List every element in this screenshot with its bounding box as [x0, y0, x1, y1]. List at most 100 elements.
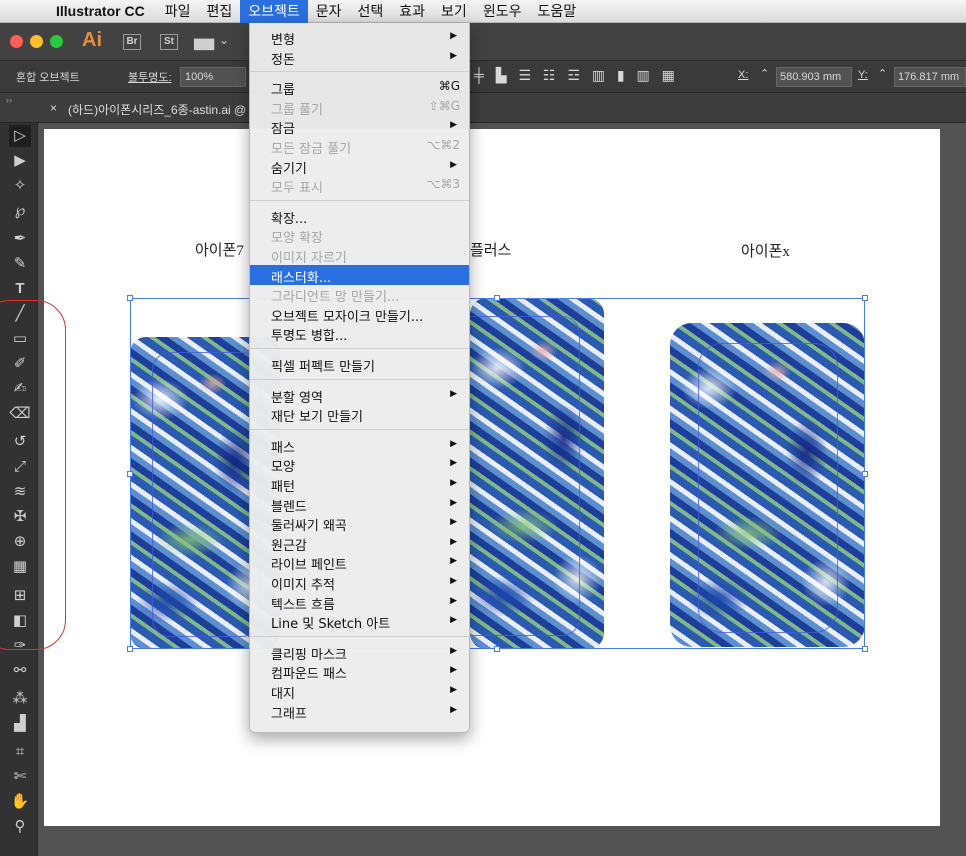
- menu-item[interactable]: 잠금 ▶: [250, 116, 469, 138]
- y-stepper-icon[interactable]: ⌃: [878, 67, 887, 80]
- type-tool-icon[interactable]: T: [9, 278, 31, 300]
- menu-item-label: 숨기기: [271, 161, 307, 177]
- blend-tool-icon[interactable]: ⚯: [9, 660, 31, 682]
- menu-item[interactable]: 클리핑 마스크 ▶: [250, 642, 469, 663]
- phone-label-iphone7: 아이폰7: [195, 243, 244, 259]
- lasso-tool-icon[interactable]: ℘: [9, 200, 31, 222]
- magic-wand-tool-icon[interactable]: ✧: [9, 175, 31, 197]
- zoom-window-button[interactable]: [50, 35, 63, 48]
- menu-separator: [250, 71, 469, 73]
- menu-item[interactable]: 오브젝트 모자이크 만들기...: [250, 304, 469, 325]
- menu-item[interactable]: 둘러싸기 왜곡 ▶: [250, 513, 469, 534]
- menu-item[interactable]: 패스 ▶: [250, 435, 469, 456]
- submenu-arrow-icon: ▶: [450, 704, 457, 715]
- selection-handle[interactable]: [127, 295, 133, 301]
- submenu-arrow-icon: ▶: [450, 159, 457, 170]
- menu-item[interactable]: 래스터화...: [250, 264, 469, 286]
- menu-item-label: 모두 표시: [271, 181, 323, 197]
- menubar-item[interactable]: 도움말: [529, 0, 584, 23]
- menu-separator: [250, 378, 469, 380]
- menu-item-label: 패턴: [271, 480, 295, 495]
- menubar-item[interactable]: 편집: [198, 0, 240, 23]
- menu-item-label: 잠금: [271, 122, 295, 138]
- selection-handle[interactable]: [494, 646, 500, 652]
- menu-item[interactable]: 대지 ▶: [250, 681, 469, 702]
- menubar-item[interactable]: 파일: [157, 0, 199, 23]
- selection-tool-icon[interactable]: ▷: [9, 125, 31, 147]
- menu-item[interactable]: 투명도 병합...: [250, 323, 469, 344]
- symbol-sprayer-tool-icon[interactable]: ⁂: [9, 688, 31, 710]
- menu-item-label: Line 및 Sketch 아트: [271, 617, 391, 633]
- menu-item[interactable]: 모양 ▶: [250, 454, 469, 475]
- object-type-label: 혼합 오브젝트: [16, 72, 80, 84]
- menu-item-label: 변형: [271, 33, 295, 48]
- menu-item[interactable]: 숨기기 ▶: [250, 156, 469, 177]
- selection-handle[interactable]: [494, 295, 500, 301]
- menu-item-label: 모양 확장: [271, 231, 323, 247]
- direct-selection-tool-icon[interactable]: ▶: [9, 150, 31, 172]
- submenu-arrow-icon: ▶: [450, 50, 457, 61]
- menu-item[interactable]: Line 및 Sketch 아트 ▶: [250, 611, 469, 633]
- menu-item[interactable]: 재단 보기 만들기: [250, 404, 469, 425]
- stock-button[interactable]: St: [160, 34, 178, 50]
- document-tab[interactable]: (하드)아이폰시리즈_6종-astin.ai @: [68, 101, 246, 118]
- application-bar: Ai Br St ▆▆ ⌄: [0, 23, 966, 61]
- shortcut-label: ⌘G: [438, 79, 460, 94]
- menu-item[interactable]: 패턴 ▶: [250, 474, 469, 495]
- menu-item[interactable]: 텍스트 흐름 ▶: [250, 592, 469, 613]
- graph-tool-icon[interactable]: ▟: [9, 713, 31, 735]
- menu-item[interactable]: 정돈 ▶: [250, 47, 469, 68]
- collapse-panel-icon[interactable]: ››: [6, 95, 12, 105]
- menu-item[interactable]: 원근감 ▶: [250, 533, 469, 554]
- submenu-arrow-icon: ▶: [450, 458, 457, 469]
- selection-handle[interactable]: [862, 471, 868, 477]
- workspace-layout-icon[interactable]: ▆▆: [194, 35, 216, 50]
- menu-item[interactable]: 그룹 ⌘G: [250, 77, 469, 98]
- menubar-item[interactable]: 선택: [350, 0, 392, 23]
- minimize-window-button[interactable]: [30, 35, 43, 48]
- pen-tool-icon[interactable]: ✒: [9, 228, 31, 250]
- opacity-label: 불투명도:: [128, 72, 172, 84]
- chevron-down-icon[interactable]: ⌄: [219, 33, 229, 47]
- menubar-item[interactable]: 윈도우: [475, 0, 530, 23]
- menubar-item[interactable]: 오브젝트: [240, 0, 308, 23]
- menu-item[interactable]: 라이브 페인트 ▶: [250, 552, 469, 573]
- app-menu[interactable]: Illustrator CC: [44, 3, 157, 19]
- zoom-tool-icon[interactable]: ⚲: [9, 816, 31, 838]
- menu-item[interactable]: 이미지 추적 ▶: [250, 572, 469, 593]
- align-icons[interactable]: ╪ ▙ ☰ ☷ ☲ ▥ ▮ ▥ ▦: [474, 67, 679, 84]
- hand-tool-icon[interactable]: ✋: [9, 791, 31, 813]
- menubar-item[interactable]: 효과: [391, 0, 433, 23]
- selection-handle[interactable]: [127, 646, 133, 652]
- menu-item-label: 그라디언트 망 만들기...: [271, 290, 400, 306]
- artboard-tool-icon[interactable]: ⌗: [9, 741, 31, 763]
- bridge-button[interactable]: Br: [123, 34, 141, 50]
- x-field[interactable]: 580.903 mm: [776, 67, 852, 87]
- x-stepper-icon[interactable]: ⌃: [760, 67, 769, 80]
- submenu-arrow-icon: ▶: [450, 665, 457, 676]
- menu-item[interactable]: 변형 ▶: [250, 27, 469, 48]
- y-field[interactable]: 176.817 mm: [894, 67, 966, 87]
- menu-item[interactable]: 확장...: [250, 206, 469, 227]
- selection-handle[interactable]: [862, 646, 868, 652]
- close-tab-icon[interactable]: ×: [50, 101, 57, 115]
- menu-item[interactable]: 그래프 ▶: [250, 701, 469, 722]
- close-window-button[interactable]: [10, 35, 23, 48]
- menu-item[interactable]: 픽셀 퍼펙트 만들기: [250, 354, 469, 375]
- menu-item[interactable]: 컴파운드 패스 ▶: [250, 661, 469, 682]
- menu-item[interactable]: 블렌드 ▶: [250, 494, 469, 515]
- menu-separator: [250, 635, 469, 637]
- menu-item-label: 정돈: [271, 52, 295, 68]
- menu-item: 그룹 풀기 ⇧⌘G: [250, 97, 469, 118]
- opacity-field[interactable]: 100%: [180, 67, 246, 87]
- selection-handle[interactable]: [127, 471, 133, 477]
- menu-item: 그라디언트 망 만들기...: [250, 284, 469, 306]
- curvature-tool-icon[interactable]: ✎: [9, 253, 31, 275]
- selection-handle[interactable]: [862, 295, 868, 301]
- menubar-item[interactable]: 보기: [433, 0, 475, 23]
- menu-item[interactable]: 분할 영역 ▶: [250, 385, 469, 406]
- menubar-item[interactable]: 문자: [308, 0, 350, 23]
- slice-tool-icon[interactable]: ✄: [9, 766, 31, 788]
- control-bar: 혼합 오브젝트 불투명도: 100% ╪ ▙ ☰ ☷ ☲ ▥ ▮ ▥ ▦ X: …: [0, 61, 966, 93]
- selection-bounding-box[interactable]: [130, 298, 865, 649]
